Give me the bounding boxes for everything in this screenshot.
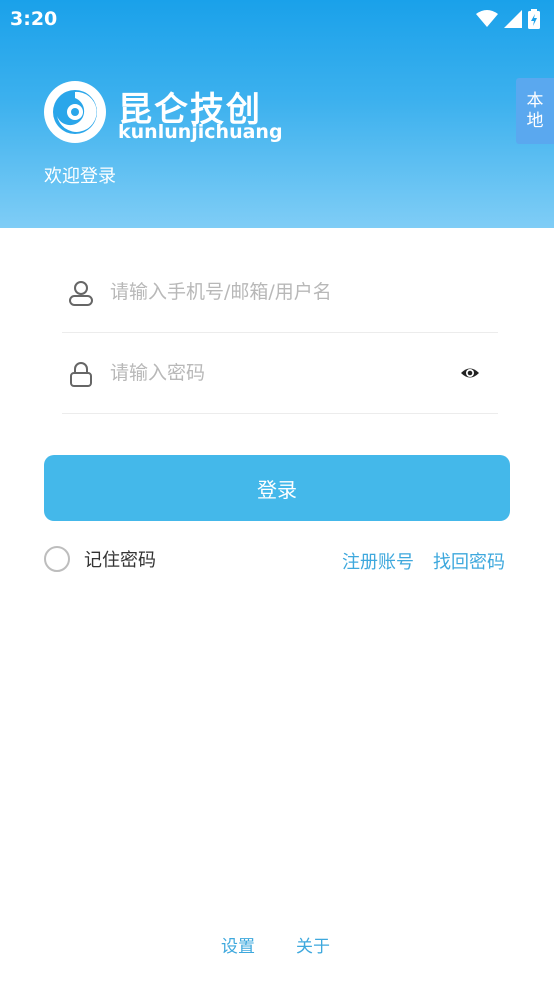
eye-icon[interactable] — [460, 364, 480, 382]
username-field — [62, 252, 498, 333]
brand-pinyin: kunlunjichuang — [118, 121, 283, 143]
password-field — [62, 333, 498, 414]
remember-password[interactable]: 记住密码 — [44, 546, 156, 572]
wifi-icon — [476, 10, 498, 27]
lock-icon — [70, 362, 92, 387]
signal-icon — [504, 10, 522, 28]
username-input[interactable] — [110, 274, 440, 310]
login-button[interactable]: 登录 — [44, 455, 510, 521]
remember-label: 记住密码 — [84, 550, 156, 571]
local-mode-button[interactable]: 本地 — [516, 78, 554, 144]
status-time: 3:20 — [10, 8, 58, 30]
remember-radio[interactable] — [44, 546, 70, 572]
header-banner: 3:20 昆仑技创 kunlunjichuang 欢迎登录 本地 — [0, 0, 554, 228]
about-link[interactable]: 关于 — [296, 932, 330, 957]
welcome-text: 欢迎登录 — [44, 166, 116, 187]
password-input[interactable] — [110, 355, 440, 391]
status-icons — [476, 8, 540, 30]
status-bar: 3:20 — [0, 0, 554, 38]
user-icon — [69, 281, 93, 306]
login-button-label: 登录 — [257, 477, 297, 502]
local-mode-label: 本地 — [526, 91, 544, 131]
settings-link[interactable]: 设置 — [221, 932, 255, 957]
battery-icon — [528, 9, 540, 29]
register-link[interactable]: 注册账号 — [342, 548, 414, 574]
recover-password-link[interactable]: 找回密码 — [433, 548, 505, 574]
